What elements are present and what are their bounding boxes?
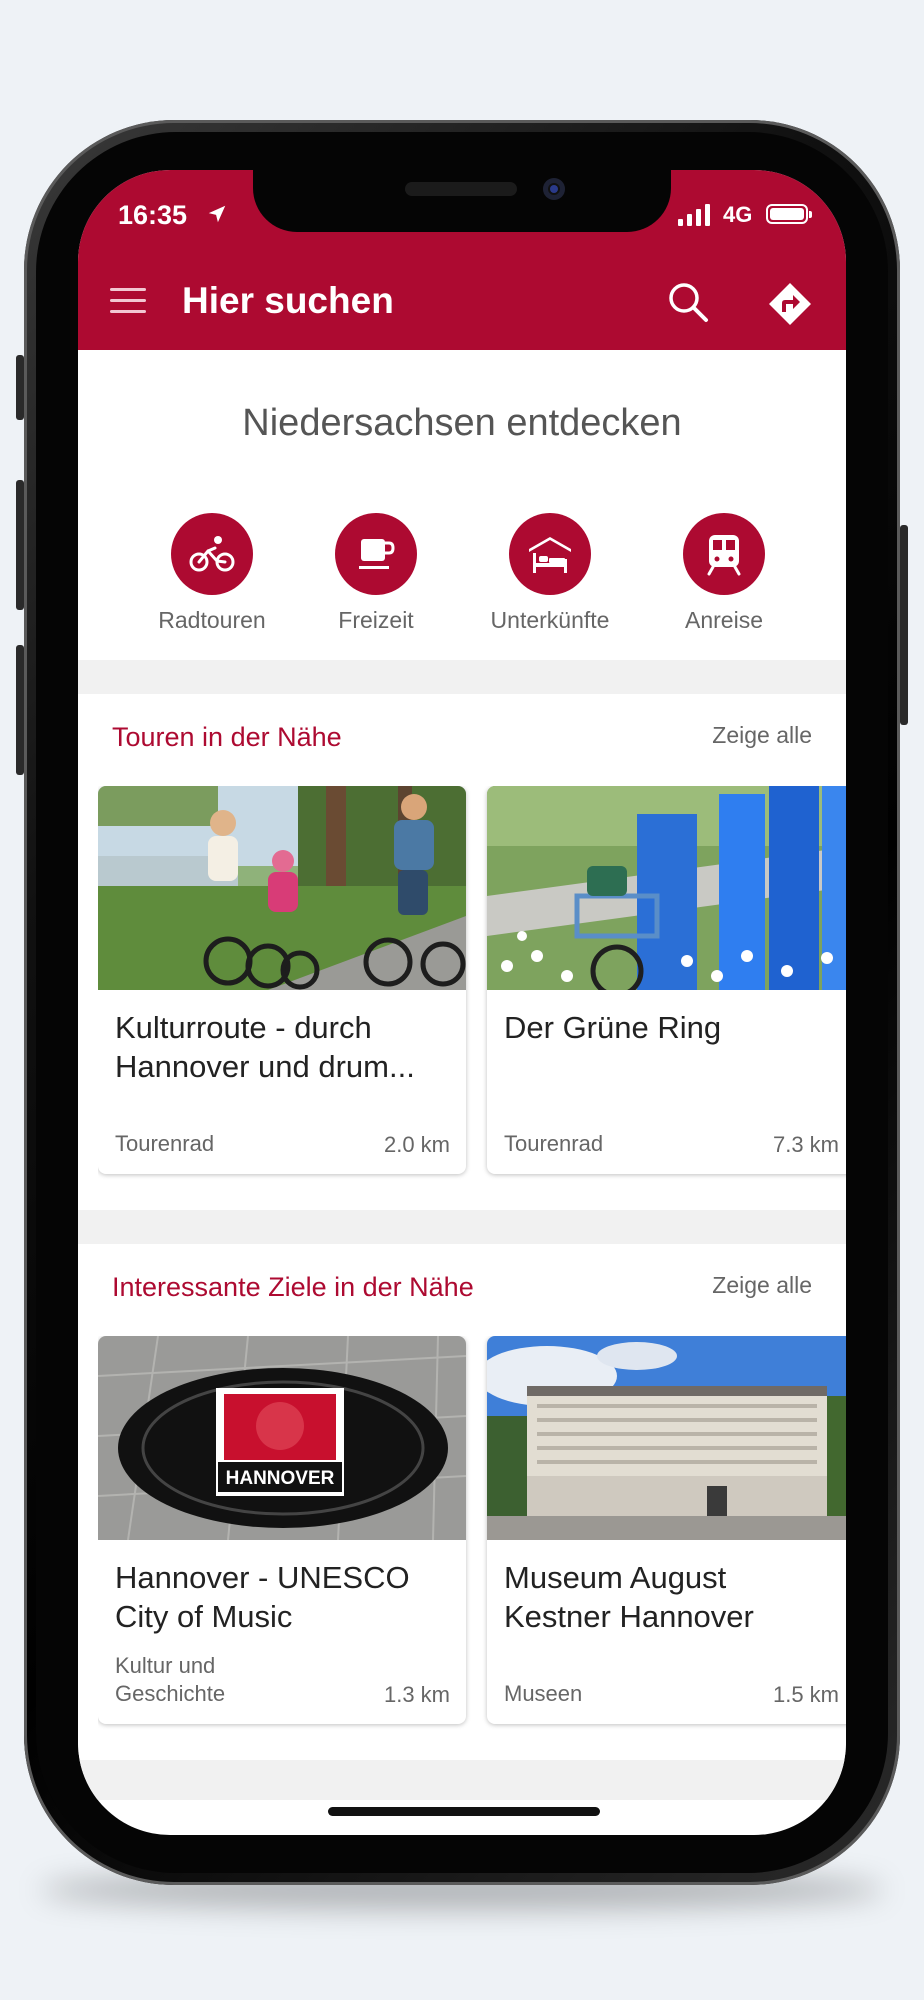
card-category: Tourenrad: [115, 1131, 215, 1156]
section-divider: [78, 660, 846, 694]
category-label: Freizeit: [338, 607, 414, 633]
discover-section: Niedersachsen entdecken Radtouren Freize…: [78, 350, 846, 660]
search-title[interactable]: Hier suchen: [182, 280, 394, 322]
card-distance: 1.5 km: [772, 1682, 839, 1707]
card-distance: 7.3 km: [772, 1132, 839, 1157]
category-radtouren[interactable]: Radtouren: [132, 513, 292, 634]
card-title: Museum August Kestner Hannover: [504, 1560, 754, 1634]
tours-nearby-section: Touren in der Nähe Zeige alle Kulturrout…: [78, 694, 846, 1210]
location-arrow-icon: [208, 205, 226, 223]
section-divider: [78, 1210, 846, 1244]
hamburger-menu-icon[interactable]: [110, 288, 146, 314]
status-time: 16:35: [118, 200, 188, 230]
category-label: Unterkünfte: [490, 607, 610, 633]
phone-silent-switch: [16, 355, 24, 420]
category-anreise[interactable]: Anreise: [644, 513, 804, 634]
see-all-places-link[interactable]: Zeige alle: [712, 1272, 812, 1299]
section-divider: [78, 1760, 846, 1800]
main-content: Niedersachsen entdecken Radtouren Freize…: [78, 350, 846, 1800]
hannover-image-text: HANNOVER: [226, 1468, 335, 1489]
place-image: [487, 1336, 846, 1540]
card-title: Kulturroute - durch Hannover und drum...: [115, 1010, 415, 1084]
places-carousel[interactable]: HANNOVER Hannover - UNESCO City of Music…: [98, 1336, 846, 1736]
home-indicator[interactable]: [328, 1807, 600, 1816]
card-category: Kultur und Geschichte: [115, 1653, 226, 1706]
battery-icon: [766, 204, 812, 224]
place-card[interactable]: Museum August Kestner Hannover Museen 1.…: [487, 1336, 846, 1724]
section-title: Touren in der Nähe: [112, 722, 342, 752]
category-freizeit[interactable]: Freizeit: [296, 513, 456, 634]
card-distance: 2.0 km: [383, 1132, 450, 1157]
category-unterkuenfte[interactable]: Unterkünfte: [470, 513, 630, 634]
tour-card[interactable]: Kulturroute - durch Hannover und drum...…: [98, 786, 466, 1174]
card-distance: 1.3 km: [383, 1682, 450, 1707]
category-label: Anreise: [685, 607, 763, 633]
places-nearby-section: Interessante Ziele in der Nähe Zeige all…: [78, 1244, 846, 1760]
app-screen: 16:35 4G Hier suchen Niedersachsen entde…: [78, 170, 846, 1835]
place-card[interactable]: HANNOVER Hannover - UNESCO City of Music…: [98, 1336, 466, 1724]
card-category: Museen: [504, 1681, 583, 1706]
see-all-tours-link[interactable]: Zeige alle: [712, 722, 812, 749]
network-type: 4G: [723, 202, 753, 227]
phone-power-button: [900, 525, 908, 725]
category-label: Radtouren: [158, 607, 266, 633]
card-title: Der Grüne Ring: [504, 1010, 722, 1045]
search-icon[interactable]: [666, 280, 710, 324]
directions-icon[interactable]: [768, 282, 812, 326]
tours-carousel[interactable]: Kulturroute - durch Hannover und drum...…: [98, 786, 846, 1186]
tour-image: [487, 786, 846, 990]
bed-icon: [529, 537, 571, 573]
tour-image: [98, 786, 466, 990]
place-image: HANNOVER: [98, 1336, 466, 1540]
speaker: [405, 182, 517, 196]
discover-heading: Niedersachsen entdecken: [242, 402, 682, 444]
coffee-cup-icon: [359, 539, 395, 569]
tour-card[interactable]: Der Grüne Ring Tourenrad 7.3 km: [487, 786, 846, 1174]
train-icon: [707, 535, 741, 576]
notch: [253, 170, 671, 232]
front-camera: [543, 178, 565, 200]
card-title: Hannover - UNESCO City of Music: [115, 1560, 410, 1634]
signal-icon: [678, 204, 710, 226]
phone-volume-up: [16, 480, 24, 610]
bicycle-icon: [189, 536, 235, 572]
section-title: Interessante Ziele in der Nähe: [112, 1272, 474, 1302]
card-category: Tourenrad: [504, 1131, 604, 1156]
phone-volume-down: [16, 645, 24, 775]
